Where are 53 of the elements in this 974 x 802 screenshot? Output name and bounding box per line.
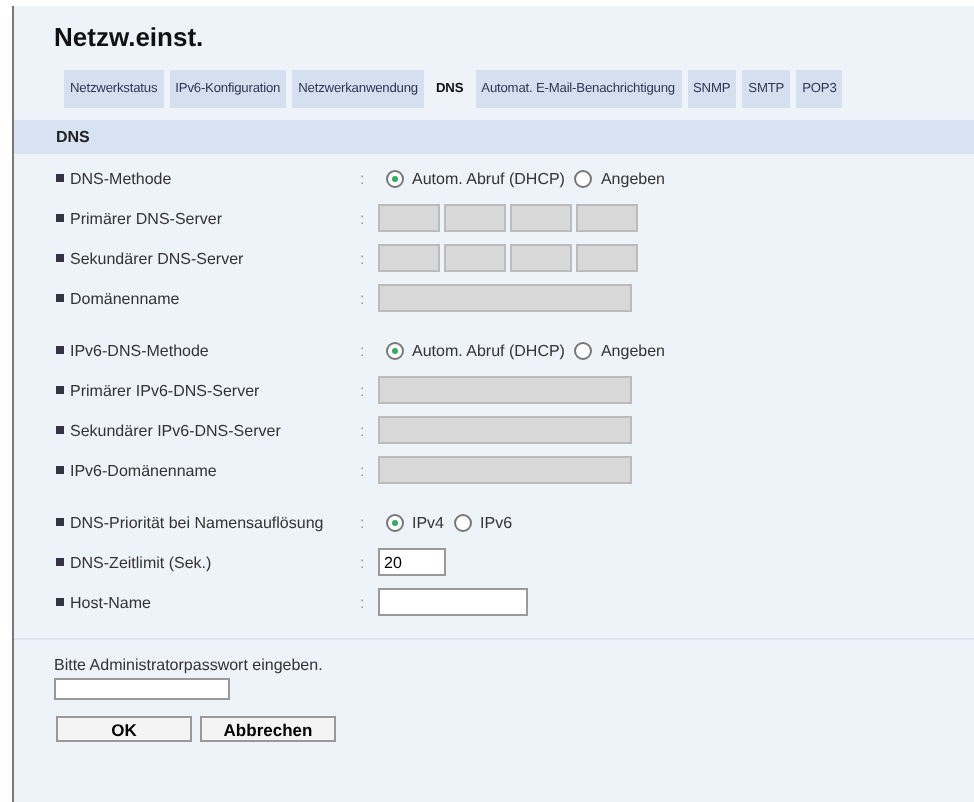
colon-separator: :	[360, 513, 367, 531]
field-label: Primärer IPv6-DNS-Server	[70, 381, 260, 399]
bullet-icon	[56, 174, 64, 182]
field-label: Sekundärer DNS-Server	[70, 249, 244, 267]
colon-separator: :	[360, 249, 367, 267]
bullet-icon	[56, 254, 64, 262]
field-label: IPv6-Domänenname	[70, 461, 217, 479]
colon-separator: :	[360, 553, 367, 571]
input-field[interactable]	[378, 588, 528, 616]
page-title: Netzw.einst.	[54, 22, 206, 56]
field-label: Domänenname	[70, 289, 180, 307]
radio-button[interactable]	[386, 169, 404, 187]
colon-separator: :	[360, 341, 367, 359]
colon-separator: :	[360, 421, 367, 439]
bullet-icon	[56, 386, 64, 394]
colon-separator: :	[360, 289, 367, 307]
colon-separator: :	[360, 381, 367, 399]
bullet-icon	[56, 598, 64, 606]
password-field[interactable]	[54, 678, 230, 700]
radio-label[interactable]: Autom. Abruf (DHCP)	[412, 169, 565, 187]
button[interactable]: OK	[56, 716, 192, 742]
colon-separator: :	[360, 461, 367, 479]
radio-button[interactable]	[454, 513, 473, 531]
radio-label[interactable]: IPv6	[480, 513, 513, 531]
radio-button[interactable]	[574, 341, 593, 359]
bullet-icon	[56, 518, 64, 526]
field-label: Primärer DNS-Server	[70, 209, 223, 227]
radio-label[interactable]: Angeben	[600, 341, 665, 359]
bullet-icon	[56, 346, 64, 354]
section-header: DNS	[14, 120, 974, 154]
field-label: DNS-Methode	[70, 169, 172, 187]
colon-separator: :	[360, 169, 367, 187]
radio-label[interactable]: Angeben	[600, 169, 665, 187]
radio-label[interactable]: IPv4	[412, 513, 445, 531]
field-label: DNS-Priorität bei Namensauflösung	[70, 513, 324, 531]
input-field[interactable]: 20	[378, 548, 446, 576]
field-label: Host-Name	[70, 593, 151, 611]
button[interactable]: Abbrechen	[200, 716, 336, 742]
bullet-icon	[56, 558, 64, 566]
colon-separator: :	[360, 593, 367, 611]
bullet-icon	[56, 466, 64, 474]
field-label: Sekundärer IPv6-DNS-Server	[70, 421, 281, 439]
bullet-icon	[56, 426, 64, 434]
field-label: IPv6-DNS-Methode	[70, 341, 209, 359]
radio-label[interactable]: Autom. Abruf (DHCP)	[412, 341, 565, 359]
password-label: Bitte Administratorpasswort eingeben.	[54, 656, 325, 678]
bullet-icon	[56, 294, 64, 302]
radio-button[interactable]	[386, 513, 404, 531]
radio-button[interactable]	[386, 341, 404, 359]
colon-separator: :	[360, 209, 367, 227]
field-label: DNS-Zeitlimit (Sek.)	[70, 553, 212, 571]
radio-button[interactable]	[574, 169, 593, 187]
bullet-icon	[56, 214, 64, 222]
